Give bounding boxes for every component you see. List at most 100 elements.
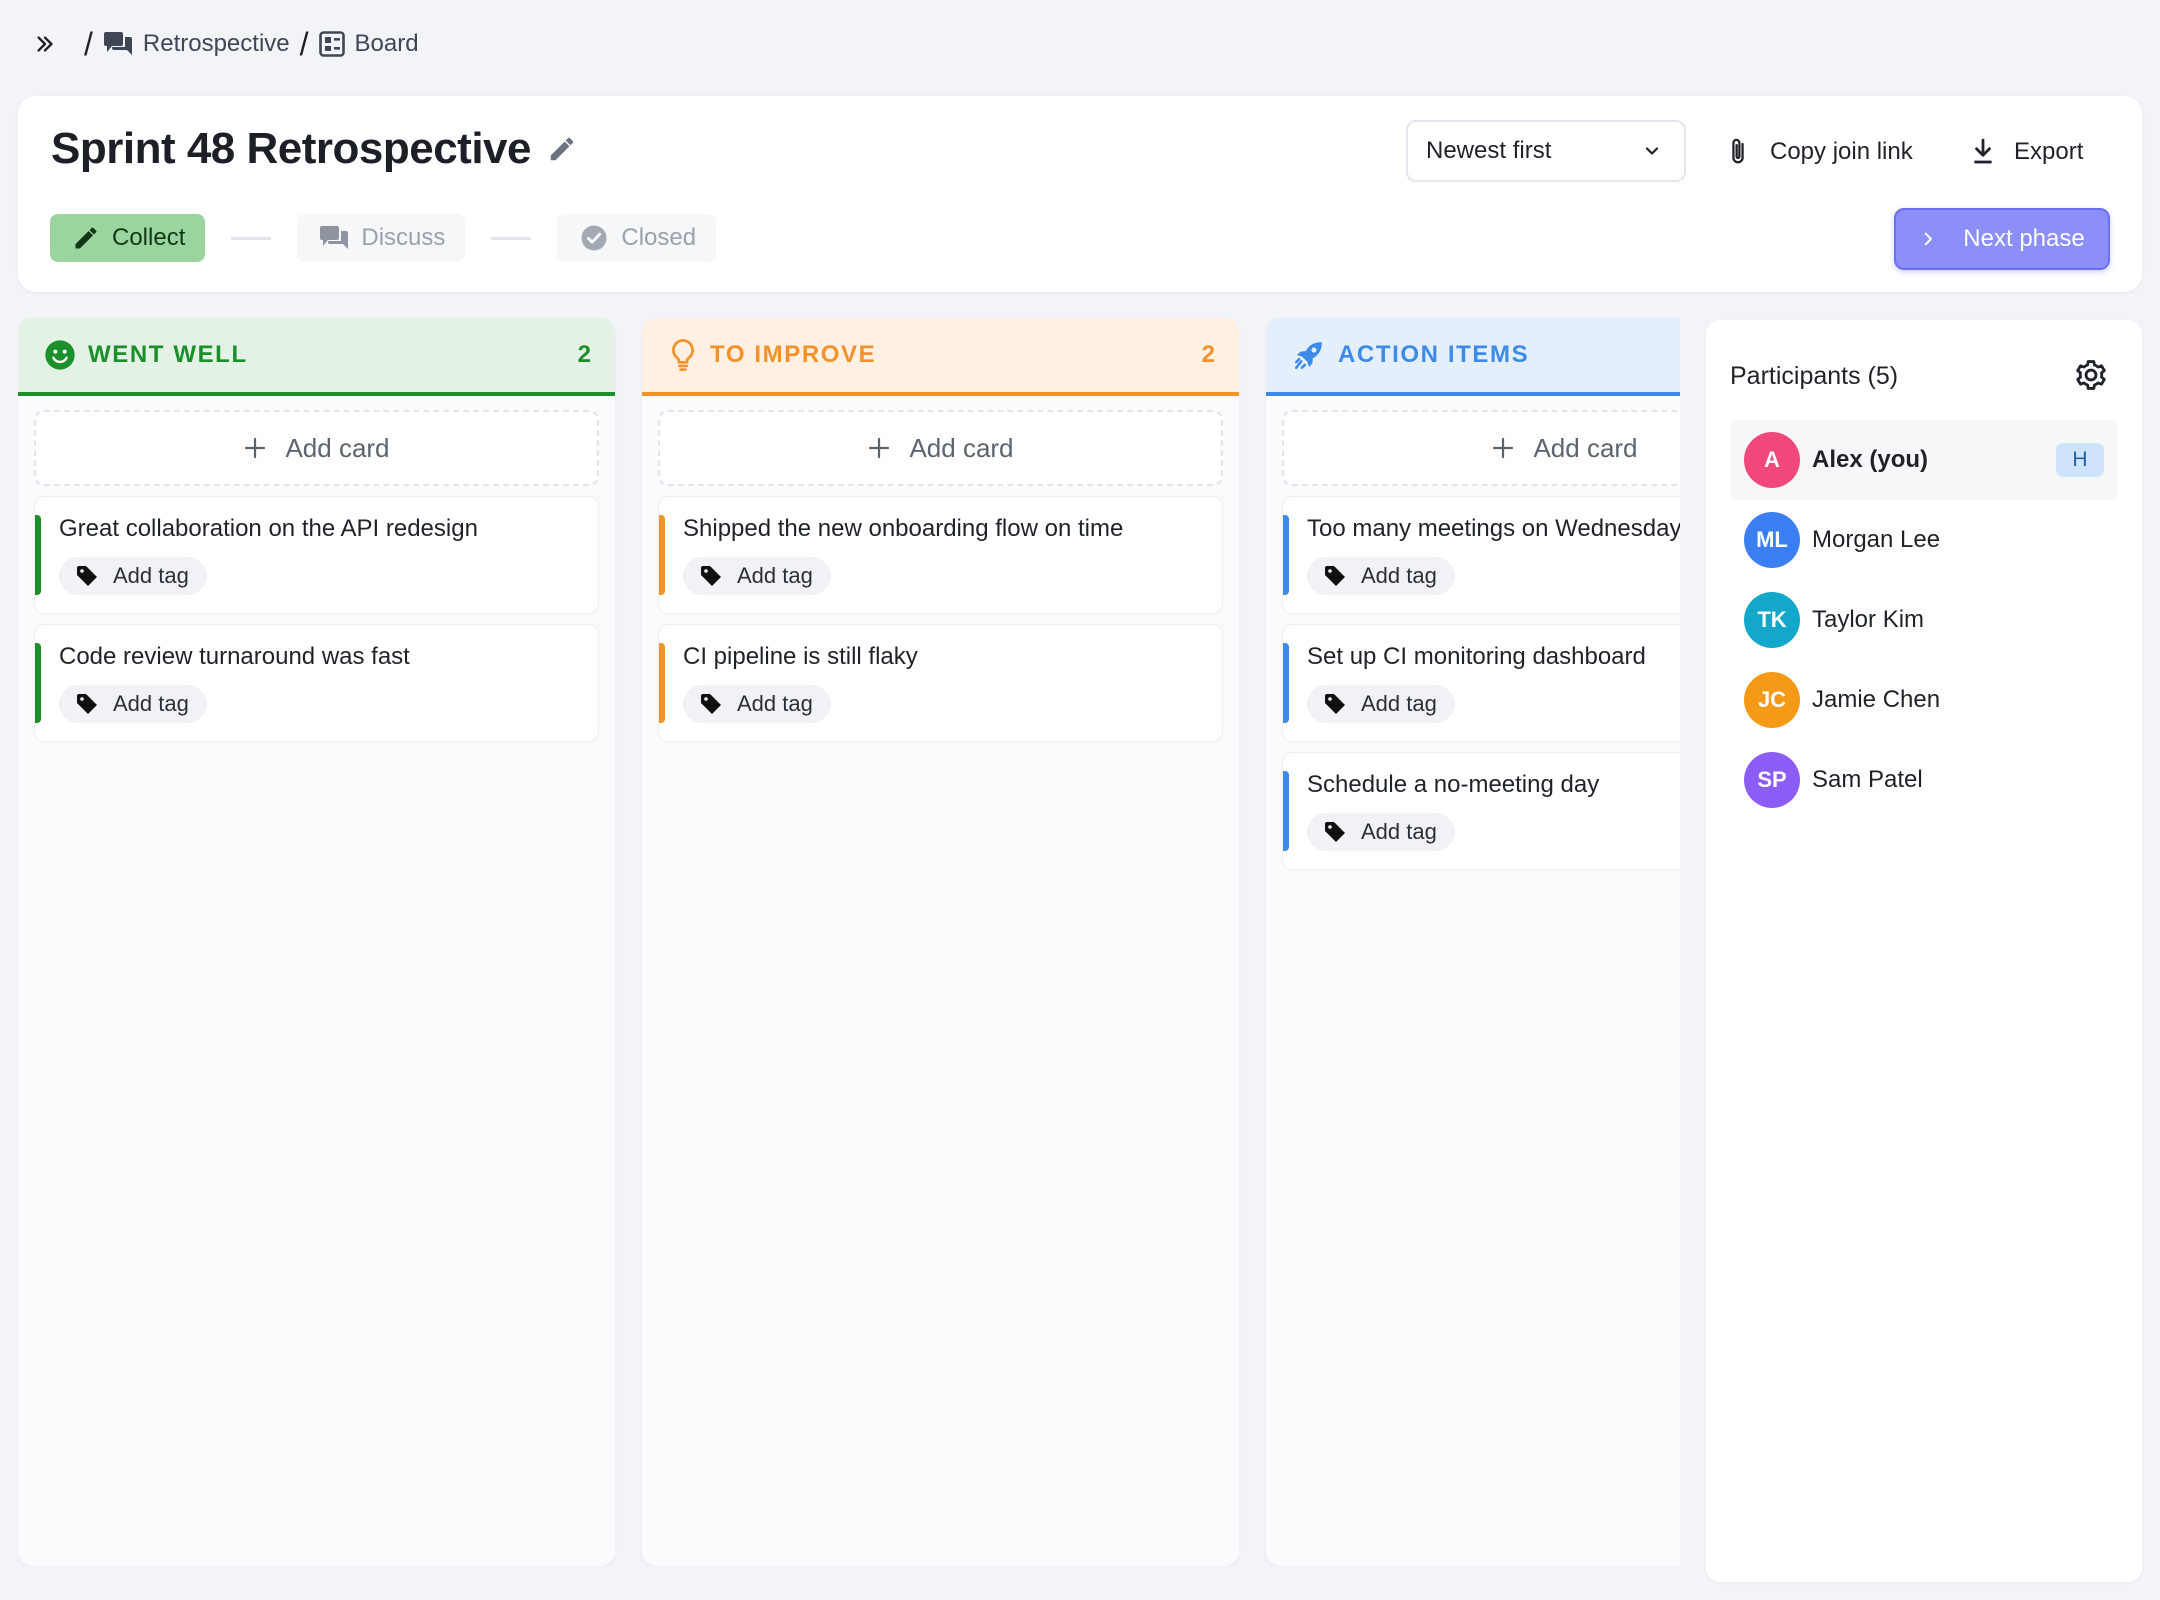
avatar: ML: [1744, 512, 1800, 568]
page-title: Sprint 48 Retrospective: [51, 124, 532, 173]
phase-label: Collect: [112, 224, 186, 251]
add-card-button[interactable]: Add card: [34, 410, 599, 486]
phase-stepper: Collect Discuss Closed: [50, 214, 717, 262]
next-phase-label: Next phase: [1963, 225, 2085, 252]
add-card-label: Add card: [909, 432, 1014, 463]
retro-card[interactable]: Great collaboration on the API redesign …: [34, 496, 599, 614]
retro-card[interactable]: Shipped the new onboarding flow on time …: [658, 496, 1223, 614]
add-tag-button[interactable]: Add tag: [1307, 813, 1455, 851]
participants-panel: Participants (5) A Alex (you) H ML Morga…: [1706, 320, 2142, 1582]
participant-name: Sam Patel: [1812, 766, 1923, 793]
add-card-button[interactable]: Add card: [658, 410, 1223, 486]
retro-card[interactable]: CI pipeline is still flaky Add tag: [658, 624, 1223, 742]
avatar: SP: [1744, 752, 1800, 808]
card-accent-bar: [659, 515, 665, 595]
add-tag-button[interactable]: Add tag: [59, 685, 207, 723]
participants-list: A Alex (you) H ML Morgan Lee TK Taylor K…: [1730, 420, 2118, 820]
export-button[interactable]: Export: [1970, 124, 2083, 180]
card-accent-bar: [1283, 771, 1289, 851]
chat-bubbles-icon: [319, 224, 349, 252]
card-accent-bar: [1283, 515, 1289, 595]
card-text: Schedule a no-meeting day: [1307, 771, 1600, 798]
add-tag-button[interactable]: Add tag: [1307, 557, 1455, 595]
retro-card[interactable]: Code review turnaround was fast Add tag: [34, 624, 599, 742]
add-tag-label: Add tag: [1361, 691, 1437, 716]
phase-closed[interactable]: Closed: [557, 214, 717, 262]
plus-icon: [243, 436, 267, 460]
card-text: Code review turnaround was fast: [59, 643, 410, 670]
column-header: TO IMPROVE 2: [642, 318, 1239, 396]
participant-item[interactable]: A Alex (you) H: [1730, 420, 2118, 500]
phase-collect[interactable]: Collect: [50, 214, 206, 262]
participant-name: Morgan Lee: [1812, 526, 1941, 553]
retro-card[interactable]: Too many meetings on Wednesday Add tag: [1282, 496, 1680, 614]
column-body: Add card Shipped the new onboarding flow…: [642, 396, 1239, 756]
next-phase-button[interactable]: Next phase: [1894, 208, 2110, 270]
add-card-button[interactable]: Add card: [1282, 410, 1680, 486]
column-title-label: WENT WELL: [88, 341, 248, 368]
tag-icon: [699, 564, 723, 588]
lightbulb-icon: [668, 338, 698, 372]
column-title: ACTION ITEMS: [1292, 338, 1529, 372]
participant-item[interactable]: ML Morgan Lee: [1730, 500, 2118, 580]
participant-name: Taylor Kim: [1812, 606, 1925, 633]
add-tag-button[interactable]: Add tag: [59, 557, 207, 595]
phase-connector: [491, 236, 532, 240]
participant-item[interactable]: SP Sam Patel: [1730, 740, 2118, 820]
column-header: ACTION ITEMS: [1266, 318, 1680, 396]
column-body: Add card Great collaboration on the API …: [18, 396, 615, 756]
export-label: Export: [2014, 138, 2084, 165]
tag-icon: [1323, 820, 1347, 844]
add-tag-button[interactable]: Add tag: [683, 557, 831, 595]
phase-discuss[interactable]: Discuss: [297, 214, 466, 262]
retro-card[interactable]: Set up CI monitoring dashboard Add tag: [1282, 624, 1680, 742]
participants-title: Participants (5): [1730, 362, 1899, 390]
breadcrumb-separator: /: [299, 25, 309, 62]
sort-select[interactable]: Newest first: [1406, 120, 1686, 182]
copy-join-link-button[interactable]: Copy join link: [1724, 124, 1913, 180]
gear-icon[interactable]: [2074, 358, 2110, 394]
card-text: Set up CI monitoring dashboard: [1307, 643, 1646, 670]
avatar: A: [1744, 432, 1800, 488]
participant-name: Alex (you): [1812, 446, 1929, 473]
tag-icon: [1323, 564, 1347, 588]
chevron-right-icon: [1919, 230, 1937, 248]
avatar: JC: [1744, 672, 1800, 728]
add-tag-button[interactable]: Add tag: [683, 685, 831, 723]
breadcrumb-retrospective[interactable]: Retrospective: [103, 30, 290, 58]
add-tag-label: Add tag: [737, 691, 813, 716]
card-text: Great collaboration on the API redesign: [59, 515, 478, 542]
retro-card[interactable]: Schedule a no-meeting day Add tag: [1282, 752, 1680, 870]
participant-item[interactable]: TK Taylor Kim: [1730, 580, 2118, 660]
card-accent-bar: [1283, 643, 1289, 723]
column-went-well: WENT WELL 2 Add card Great collaboration…: [18, 318, 615, 1566]
add-tag-button[interactable]: Add tag: [1307, 685, 1455, 723]
card-text: CI pipeline is still flaky: [683, 643, 918, 670]
expand-sidebar-icon[interactable]: [30, 29, 60, 59]
chevron-down-icon: [1642, 141, 1662, 161]
avatar: TK: [1744, 592, 1800, 648]
host-badge: H: [2056, 443, 2104, 477]
check-circle-icon: [579, 223, 609, 253]
breadcrumb-board[interactable]: Board: [318, 30, 419, 58]
plus-icon: [1491, 436, 1515, 460]
phase-label: Discuss: [361, 224, 446, 251]
pencil-icon: [72, 224, 100, 252]
column-to-improve: TO IMPROVE 2 Add card Shipped the new on…: [642, 318, 1239, 1566]
retro-header: Sprint 48 Retrospective Newest first Cop…: [18, 96, 2142, 292]
copy-join-link-label: Copy join link: [1770, 138, 1913, 165]
download-icon: [1970, 138, 1996, 166]
title-row: Sprint 48 Retrospective: [51, 124, 579, 174]
paperclip-icon: [1724, 136, 1752, 168]
participant-item[interactable]: JC Jamie Chen: [1730, 660, 2118, 740]
tag-icon: [699, 692, 723, 716]
tag-icon: [1323, 692, 1347, 716]
column-count: 2: [1201, 341, 1215, 368]
column-title-label: ACTION ITEMS: [1338, 341, 1530, 368]
edit-title-icon[interactable]: [545, 132, 579, 166]
tag-icon: [75, 692, 99, 716]
phase-connector: [231, 236, 272, 240]
card-text: Shipped the new onboarding flow on time: [683, 515, 1124, 542]
column-title: WENT WELL: [44, 339, 248, 371]
plus-icon: [867, 436, 891, 460]
